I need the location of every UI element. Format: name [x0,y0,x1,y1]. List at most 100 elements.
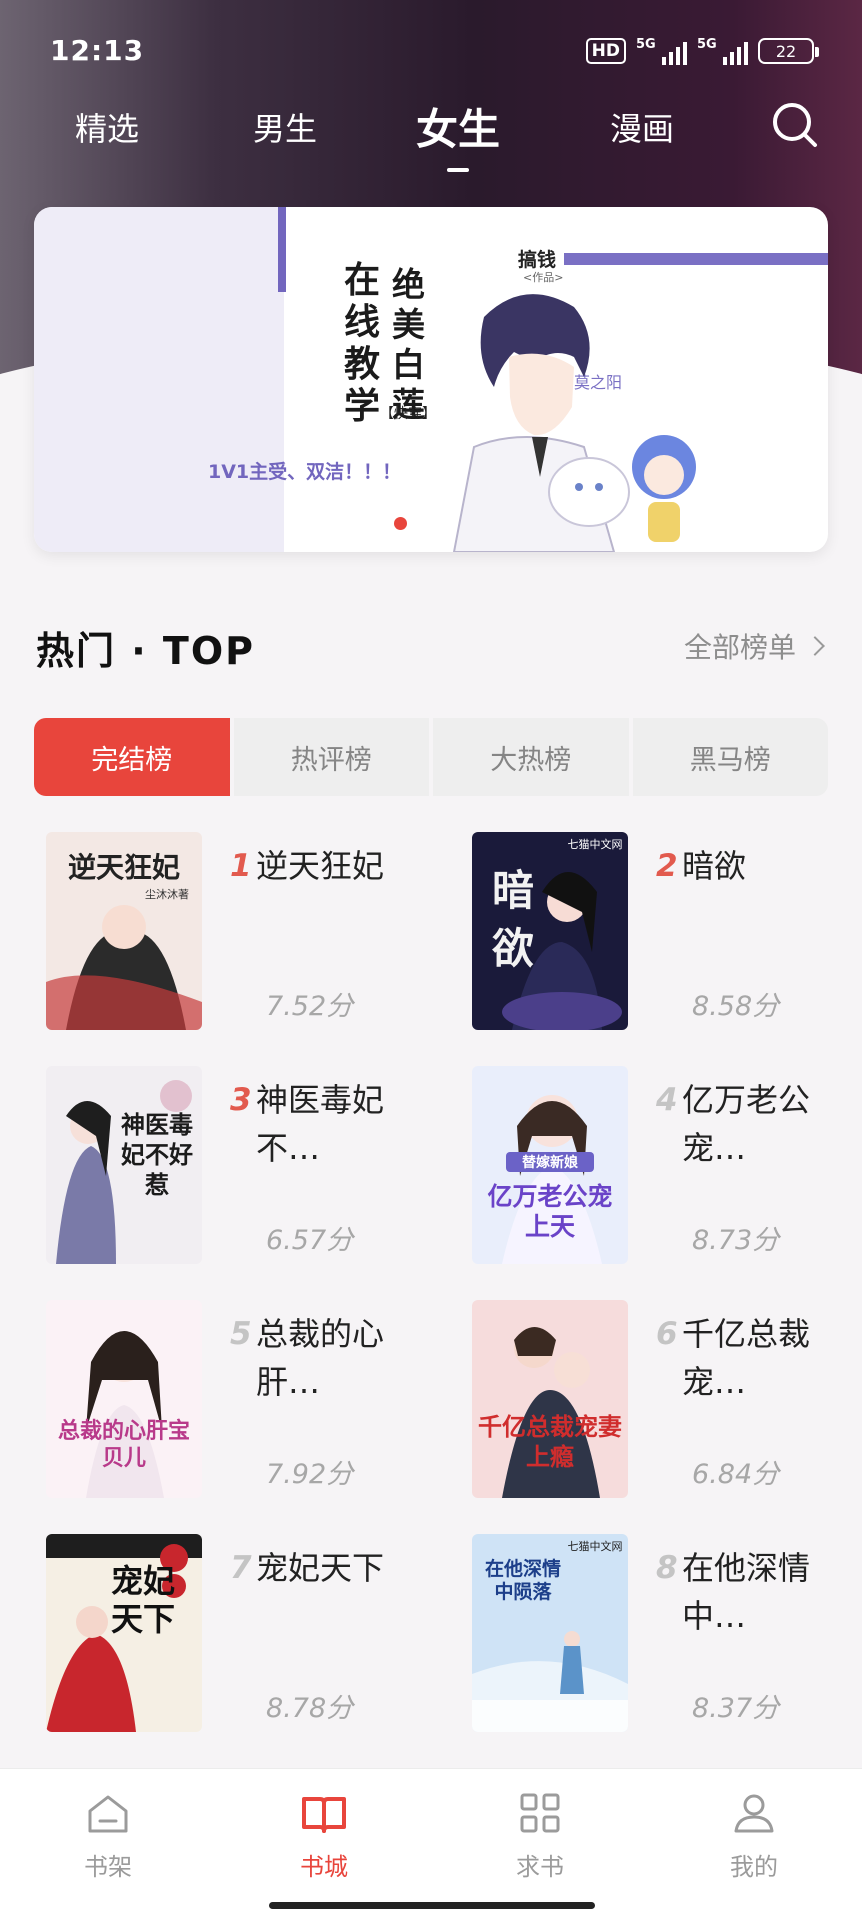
book-title: 总裁的心肝… [256,1315,385,1401]
book-score: 8.58分 [692,991,780,1022]
status-time: 12:13 [50,34,145,67]
book-item[interactable]: 七猫中文网 在他深情中陨落 8 在他深情中… 8.37分 [460,1534,862,1734]
book-item[interactable]: 七猫中文网 暗欲 2 暗欲 8.58分 [460,832,862,1032]
nav-label: 我的 [730,1853,778,1881]
book-score: 6.57分 [266,1225,354,1256]
cover-title: 在他深情中陨落 [484,1558,561,1603]
nav-label: 书架 [84,1853,132,1881]
book-cover[interactable]: 宠妃天下 [46,1534,202,1732]
status-indicators: HD 5G 5G 22 [585,34,819,68]
all-rankings-link[interactable]: 全部榜单 [684,626,825,666]
tab-comics[interactable]: 漫画 [582,104,702,150]
book-cover[interactable]: 替嫁新娘 亿万老公宠上天 [472,1066,628,1264]
rank-number: 6 [656,1316,678,1352]
book-score: 8.73分 [692,1225,780,1256]
banner-slogan: 1V1主受、双洁！！！ [208,461,402,483]
cover-publisher: 七猫中文网 [567,838,623,851]
home-icon [88,1795,128,1833]
section-title: 热门 · TOP [36,629,255,673]
book-title: 逆天狂妃 [256,847,385,885]
book-cover[interactable]: 神医毒妃不好惹 [46,1066,202,1264]
nav-bookshelf[interactable]: 书架 [48,1789,168,1882]
book-score: 8.37分 [692,1693,780,1724]
hd-badge: HD [585,38,626,64]
nav-label: 书城 [300,1853,348,1881]
book-title: 在他深情中… [682,1549,811,1635]
signal-label: 5G [697,37,717,52]
book-item[interactable]: 千亿总裁宠妻上瘾 6 千亿总裁宠… 6.84分 [460,1300,862,1500]
cover-title: 暗欲 [491,866,534,973]
rank-number: 3 [230,1082,252,1118]
status-bar: 12:13 HD 5G 5G 22 [0,0,862,100]
category-tabs: 精选 男生 女生 漫画 [0,90,862,180]
cover-title: 总裁的心肝宝贝儿 [57,1418,190,1471]
banner-accent-bar [278,207,286,292]
book-title: 亿万老公宠… [682,1081,811,1167]
rank-number: 8 [656,1550,678,1586]
chevron-right-icon [805,636,825,656]
rank-number: 2 [656,848,678,884]
book-cover[interactable]: 七猫中文网 在他深情中陨落 [472,1534,628,1732]
bookstore-page: 12:13 HD 5G 5G 22 精选 男生 女生 漫画 在线教学 绝美白莲 … [0,0,862,1920]
book-item[interactable]: 逆天狂妃 尘沐沐著 1 逆天狂妃 7.52分 [34,832,454,1032]
home-indicator[interactable] [269,1902,595,1909]
open-book-icon [302,1797,346,1833]
signal-icon: 5G [697,37,748,65]
book-score: 8.78分 [266,1693,354,1724]
tab-dark-horse-ranking[interactable]: 黑马榜 [632,718,828,796]
cover-title: 逆天狂妃 [67,851,180,884]
nav-bookstore[interactable]: 书城 [264,1789,384,1882]
book-cover[interactable]: 七猫中文网 暗欲 [472,832,628,1030]
tab-featured[interactable]: 精选 [47,104,167,150]
banner-title-line1: 在线教学 [344,259,381,427]
banner-left-panel [34,207,284,552]
book-title: 暗欲 [682,847,747,885]
ranking-tabs: 完结榜 热评榜 大热榜 黑马榜 [34,718,828,796]
bottom-navigation: 书架 书城 求书 我的 [0,1768,862,1920]
book-title: 宠妃天下 [256,1549,385,1587]
cover-title: 神医毒妃不好惹 [121,1110,193,1199]
tab-female[interactable]: 女生 [398,96,518,157]
book-item[interactable]: 神医毒妃不好惹 3 神医毒妃不… 6.57分 [34,1066,454,1266]
nav-request-book[interactable]: 求书 [480,1789,600,1882]
rank-number: 4 [656,1082,678,1118]
book-cover[interactable]: 千亿总裁宠妻上瘾 [472,1300,628,1498]
user-icon [734,1794,774,1833]
book-title: 神医毒妃不… [256,1081,385,1167]
book-item[interactable]: 宠妃天下 7 宠妃天下 8.78分 [34,1534,454,1734]
tab-male[interactable]: 男生 [225,104,345,150]
banner-author-label: 搞钱 [518,249,557,271]
cover-publisher: 七猫中文网 [567,1540,623,1553]
nav-label: 求书 [516,1853,564,1881]
book-item[interactable]: 总裁的心肝宝贝儿 5 总裁的心肝… 7.92分 [34,1300,454,1500]
all-rankings-label: 全部榜单 [684,631,797,664]
active-tab-indicator [447,168,469,172]
rank-number: 1 [230,848,252,884]
battery-level: 22 [775,41,797,61]
tab-completed-ranking[interactable]: 完结榜 [34,718,230,796]
tab-hot-reviews-ranking[interactable]: 热评榜 [233,718,429,796]
tab-trending-ranking[interactable]: 大热榜 [433,718,629,796]
book-score: 6.84分 [692,1459,780,1490]
book-title: 千亿总裁宠… [682,1315,811,1401]
signal-label: 5G [636,37,656,52]
banner-illustration [452,294,696,552]
grid-icon [520,1793,560,1833]
book-score: 7.92分 [266,1459,354,1490]
carousel-indicator[interactable] [394,517,407,530]
search-icon[interactable] [770,100,820,150]
rank-number: 5 [230,1316,252,1352]
cover-title: 千亿总裁宠妻上瘾 [478,1412,622,1471]
cover-author: 尘沐沐著 [145,888,189,901]
promo-banner[interactable]: 在线教学 绝美白莲 【快穿】 搞钱 <作品> 莫之阳 1V1主受、双洁！！！ [34,207,828,552]
book-item[interactable]: 替嫁新娘 亿万老公宠上天 4 亿万老公宠… 8.73分 [460,1066,862,1266]
cover-title: 亿万老公宠上天 [487,1182,613,1241]
cover-title: 宠妃天下 [110,1562,175,1638]
nav-profile[interactable]: 我的 [694,1789,814,1882]
rank-number: 7 [230,1550,252,1586]
book-cover[interactable]: 总裁的心肝宝贝儿 [46,1300,202,1498]
book-cover[interactable]: 逆天狂妃 尘沐沐著 [46,832,202,1030]
cover-subtitle: 替嫁新娘 [506,1152,594,1172]
signal-icon: 5G [636,37,687,65]
battery-icon: 22 [758,38,819,64]
